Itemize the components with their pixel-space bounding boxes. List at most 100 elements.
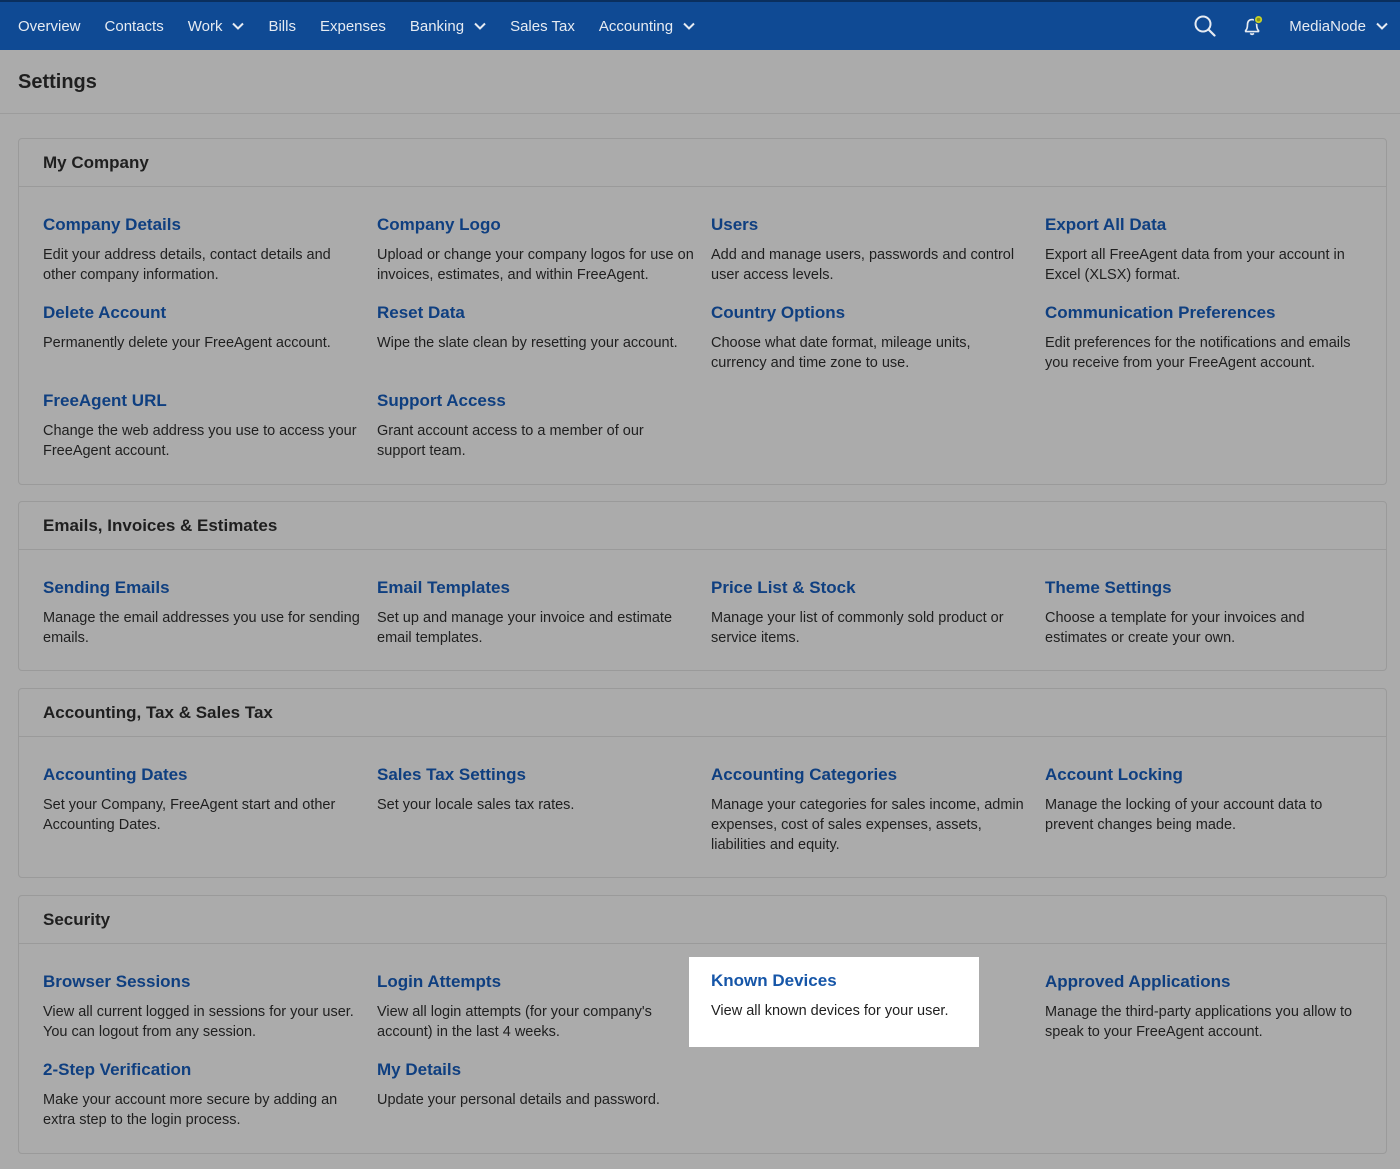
setting-description: Manage your list of commonly sold produc… [711, 610, 1004, 646]
setting-sending-emails: Sending Emails Manage the email addresse… [43, 578, 361, 648]
setting-link[interactable]: Reset Data [377, 303, 697, 323]
setting-link[interactable]: Accounting Dates [43, 765, 361, 785]
setting-description: Make your account more secure by adding … [43, 1092, 338, 1128]
setting-link[interactable]: Approved Applications [1045, 972, 1363, 992]
bell-icon[interactable] [1241, 14, 1265, 38]
nav-contacts[interactable]: Contacts [105, 18, 164, 35]
chevron-down-icon [474, 22, 486, 30]
setting-browser-sessions: Browser Sessions View all current logged… [43, 972, 361, 1042]
user-menu[interactable]: MediaNode [1289, 18, 1388, 35]
setting-accounting-dates: Accounting Dates Set your Company, FreeA… [43, 765, 361, 835]
setting-sales-tax-settings: Sales Tax Settings Set your locale sales… [377, 765, 695, 815]
setting-description: Manage your categories for sales income,… [711, 797, 1024, 853]
nav-expenses[interactable]: Expenses [320, 18, 386, 35]
known-devices-link[interactable]: Known Devices [711, 971, 837, 991]
nav-label: Expenses [319, 17, 386, 35]
nav-work[interactable]: Work [188, 18, 245, 35]
nav-label: Work [187, 17, 223, 35]
setting-users: Users Add and manage users, passwords an… [711, 215, 1029, 285]
setting-my-details: My Details Update your personal details … [377, 1060, 695, 1110]
setting-description: Edit preferences for the notifications a… [1045, 335, 1351, 371]
nav-label: Banking [409, 17, 465, 35]
setting-2-step-verification: 2-Step Verification Make your account mo… [43, 1060, 361, 1130]
setting-link[interactable]: Price List & Stock [711, 578, 1029, 598]
section-title: Security [19, 896, 1386, 944]
section-title: Accounting, Tax & Sales Tax [19, 689, 1386, 737]
setting-link[interactable]: Accounting Categories [711, 765, 1029, 785]
setting-known-devices-highlight: Known Devices View all known devices for… [689, 957, 979, 1047]
setting-link[interactable]: FreeAgent URL [43, 391, 361, 411]
setting-price-list-stock: Price List & Stock Manage your list of c… [711, 578, 1029, 648]
setting-description: Manage the locking of your account data … [1045, 797, 1323, 833]
section-accounting-tax: Accounting, Tax & Sales Tax Accounting D… [18, 688, 1387, 878]
setting-reset-data: Reset Data Wipe the slate clean by reset… [377, 303, 697, 353]
setting-description: Upload or change your company logos for … [377, 247, 694, 283]
setting-theme-settings: Theme Settings Choose a template for you… [1045, 578, 1363, 648]
setting-link[interactable]: Sales Tax Settings [377, 765, 695, 785]
setting-link[interactable]: Country Options [711, 303, 1029, 323]
nav-banking[interactable]: Banking [410, 18, 486, 35]
setting-support-access: Support Access Grant account access to a… [377, 391, 695, 461]
nav-accounting[interactable]: Accounting [599, 18, 695, 35]
setting-link[interactable]: Delete Account [43, 303, 361, 323]
nav-right-group: MediaNode [1193, 2, 1400, 50]
setting-freeagent-url: FreeAgent URL Change the web address you… [43, 391, 361, 461]
nav-overview[interactable]: Overview [18, 18, 81, 35]
setting-link[interactable]: Email Templates [377, 578, 695, 598]
setting-description: Change the web address you use to access… [43, 423, 357, 459]
setting-export-all-data: Export All Data Export all FreeAgent dat… [1045, 215, 1363, 285]
section-my-company: My Company Company Details Edit your add… [18, 138, 1387, 485]
setting-link[interactable]: Support Access [377, 391, 695, 411]
nav-label: Sales Tax [510, 17, 575, 35]
setting-link[interactable]: Account Locking [1045, 765, 1363, 785]
chevron-down-icon [1376, 22, 1388, 30]
setting-link[interactable]: Theme Settings [1045, 578, 1363, 598]
top-nav-bar: Overview Contacts Work Bills Expenses Ba… [0, 0, 1400, 50]
page-title: Settings [18, 71, 97, 93]
setting-description: Choose what date format, mileage units, … [711, 335, 971, 371]
chevron-down-icon [683, 22, 695, 30]
setting-description: Set your Company, FreeAgent start and ot… [43, 797, 336, 833]
setting-description: Export all FreeAgent data from your acco… [1045, 247, 1345, 283]
setting-accounting-categories: Accounting Categories Manage your catego… [711, 765, 1029, 855]
setting-email-templates: Email Templates Set up and manage your i… [377, 578, 695, 648]
section-title: Emails, Invoices & Estimates [19, 502, 1386, 550]
setting-link[interactable]: 2-Step Verification [43, 1060, 361, 1080]
setting-description: Set your locale sales tax rates. [377, 797, 575, 813]
setting-description: Grant account access to a member of our … [377, 423, 644, 459]
setting-link[interactable]: Users [711, 215, 1029, 235]
setting-link[interactable]: Sending Emails [43, 578, 361, 598]
setting-link[interactable]: My Details [377, 1060, 695, 1080]
setting-description: Set up and manage your invoice and estim… [377, 610, 673, 646]
setting-approved-applications: Approved Applications Manage the third-p… [1045, 972, 1363, 1042]
setting-description: Manage the email addresses you use for s… [43, 610, 360, 646]
setting-link[interactable]: Browser Sessions [43, 972, 361, 992]
setting-description: Update your personal details and passwor… [377, 1092, 660, 1108]
setting-description: Wipe the slate clean by resetting your a… [377, 335, 678, 351]
setting-description: View all known devices for your user. [711, 1003, 949, 1019]
setting-description: Choose a template for your invoices and … [1045, 610, 1305, 646]
nav-label: Overview [18, 17, 81, 35]
setting-description: View all login attempts (for your compan… [377, 1004, 652, 1040]
setting-link[interactable]: Communication Preferences [1045, 303, 1363, 323]
setting-company-details: Company Details Edit your address detail… [43, 215, 361, 285]
search-icon[interactable] [1193, 14, 1217, 38]
setting-link[interactable]: Export All Data [1045, 215, 1363, 235]
setting-description: View all current logged in sessions for … [43, 1004, 354, 1040]
chevron-down-icon [232, 22, 245, 30]
setting-login-attempts: Login Attempts View all login attempts (… [377, 972, 695, 1042]
nav-bills[interactable]: Bills [268, 18, 296, 35]
setting-description: Manage the third-party applications you … [1045, 1004, 1353, 1040]
setting-company-logo: Company Logo Upload or change your compa… [377, 215, 695, 285]
setting-country-options: Country Options Choose what date format,… [711, 303, 1029, 373]
setting-link[interactable]: Company Logo [377, 215, 695, 235]
setting-communication-preferences: Communication Preferences Edit preferenc… [1045, 303, 1363, 373]
nav-label: Accounting [598, 17, 674, 35]
setting-description: Add and manage users, passwords and cont… [711, 247, 1015, 283]
nav-sales-tax[interactable]: Sales Tax [510, 18, 575, 35]
section-emails-invoices-estimates: Emails, Invoices & Estimates Sending Ema… [18, 501, 1387, 671]
setting-account-locking: Account Locking Manage the locking of yo… [1045, 765, 1363, 835]
setting-link[interactable]: Company Details [43, 215, 361, 235]
setting-link[interactable]: Login Attempts [377, 972, 695, 992]
section-title: My Company [19, 139, 1386, 187]
